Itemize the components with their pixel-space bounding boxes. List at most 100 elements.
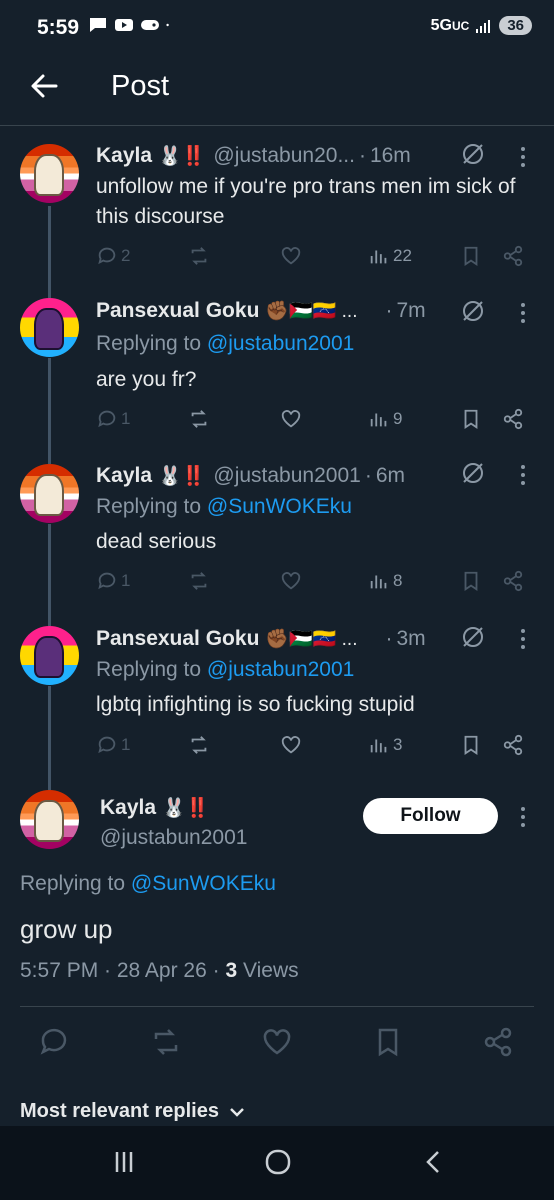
heart-icon[interactable] [261, 1026, 293, 1058]
grok-icon[interactable] [460, 141, 486, 167]
bookmark-icon[interactable] [460, 734, 482, 756]
retweet-button[interactable] [188, 570, 213, 592]
reply-icon[interactable] [38, 1026, 70, 1058]
more-options-icon[interactable] [519, 464, 527, 486]
replies-sort-toggle[interactable]: Most relevant replies [20, 1100, 245, 1123]
retweet-icon[interactable] [150, 1026, 182, 1058]
grok-icon[interactable] [460, 460, 486, 486]
views-button[interactable]: 3 [368, 734, 402, 756]
follow-button[interactable]: Follow [363, 798, 498, 834]
share-icon[interactable] [502, 408, 524, 430]
like-button[interactable] [280, 245, 305, 267]
youtube-icon [115, 19, 133, 31]
main-user-handle[interactable]: @justabun2001 [100, 826, 247, 850]
retweet-button[interactable] [188, 408, 213, 430]
signal-icon [476, 19, 491, 33]
name-emoji: 🐰‼️ [158, 466, 206, 487]
main-post-text: grow up [20, 914, 113, 944]
status-time: 5:59 [37, 16, 80, 39]
mention-link[interactable]: @SunWOKEku [207, 495, 352, 518]
more-options-icon[interactable] [519, 806, 527, 828]
reply-button[interactable]: 1 [96, 734, 130, 756]
avatar[interactable] [20, 626, 79, 685]
reply-icon [98, 410, 116, 428]
dot-icon [166, 23, 169, 27]
avatar[interactable] [20, 464, 79, 523]
back-arrow-icon[interactable] [26, 68, 62, 104]
tweet-age: 6m [375, 464, 405, 487]
retweet-icon [191, 736, 207, 754]
tweet-actions: 2 22 [96, 245, 526, 275]
retweet-icon [191, 572, 207, 590]
thread-line [48, 686, 51, 790]
main-avatar[interactable] [20, 790, 79, 849]
share-icon[interactable] [502, 570, 524, 592]
views-label[interactable]: Views [243, 959, 299, 982]
home-icon[interactable] [262, 1146, 294, 1178]
thread-line [48, 206, 51, 298]
display-name[interactable]: Kayla [96, 464, 152, 488]
main-post-meta: 5:57 PM · 28 Apr 26 · 3 Views [20, 959, 299, 983]
more-options-icon[interactable] [519, 302, 527, 324]
bookmark-icon[interactable] [460, 408, 482, 430]
avatar[interactable] [20, 144, 79, 203]
more-options-icon[interactable] [519, 146, 527, 168]
display-name[interactable]: Kayla [96, 144, 152, 168]
tweet-actions: 1 3 [96, 734, 526, 764]
main-replying-to: Replying to @SunWOKEku [20, 872, 276, 895]
views-icon [370, 739, 387, 753]
like-button[interactable] [280, 408, 305, 430]
reply-button[interactable]: 1 [96, 570, 130, 592]
main-display-name[interactable]: Kayla [100, 796, 156, 820]
like-button[interactable] [280, 570, 305, 592]
heart-icon [281, 247, 301, 265]
like-button[interactable] [280, 734, 305, 756]
post-header: Post [0, 58, 554, 126]
bookmark-icon[interactable] [460, 245, 482, 267]
views-icon [370, 413, 387, 427]
status-bar: 5:59 5GUC 36 [0, 0, 554, 58]
heart-icon [281, 410, 301, 428]
bookmark-icon[interactable] [460, 570, 482, 592]
mention-link[interactable]: @SunWOKEku [131, 872, 276, 895]
more-options-icon[interactable] [519, 628, 527, 650]
retweet-button[interactable] [188, 734, 213, 756]
views-button[interactable]: 8 [368, 570, 402, 592]
divider [20, 1006, 534, 1007]
views-button[interactable]: 9 [368, 408, 402, 430]
name-emoji: ✊🏾🇵🇸🇻🇪 ... [265, 301, 358, 322]
user-handle[interactable]: @justabun2001 [213, 464, 360, 488]
avatar[interactable] [20, 298, 79, 357]
share-icon[interactable] [502, 734, 524, 756]
share-icon[interactable] [482, 1026, 514, 1058]
share-icon[interactable] [502, 245, 524, 267]
tweet-text: are you fr? [96, 368, 197, 391]
thread-line [48, 524, 51, 626]
user-handle[interactable]: @justabun20... [213, 144, 355, 168]
recent-apps-icon[interactable] [108, 1146, 140, 1178]
reply-icon [98, 247, 116, 265]
views-button[interactable]: 22 [368, 245, 412, 267]
chevron-down-icon [230, 1107, 244, 1117]
grok-icon[interactable] [460, 298, 486, 324]
display-name[interactable]: Pansexual Goku [96, 627, 259, 651]
retweet-icon [191, 410, 207, 428]
reply-icon [98, 736, 116, 754]
display-name[interactable]: Pansexual Goku [96, 299, 259, 323]
name-emoji: 🐰‼️ [158, 146, 206, 167]
mention-link[interactable]: @justabun2001 [207, 658, 354, 681]
bookmark-icon[interactable] [372, 1026, 404, 1058]
tweet-text: unfollow me if you're pro trans men im s… [96, 175, 516, 228]
retweet-button[interactable] [188, 245, 213, 267]
tweet-age: 16m [369, 144, 411, 167]
page-title: Post [111, 70, 170, 102]
tweet-age: 3m [396, 627, 426, 650]
reply-button[interactable]: 1 [96, 408, 130, 430]
grok-icon[interactable] [460, 624, 486, 650]
chat-bubble-icon [90, 18, 106, 32]
mention-link[interactable]: @justabun2001 [207, 332, 354, 355]
reply-button[interactable]: 2 [96, 245, 130, 267]
tweet-age: 7m [396, 299, 426, 322]
back-icon[interactable] [418, 1146, 450, 1178]
name-emoji: 🐰‼️ [162, 798, 210, 819]
